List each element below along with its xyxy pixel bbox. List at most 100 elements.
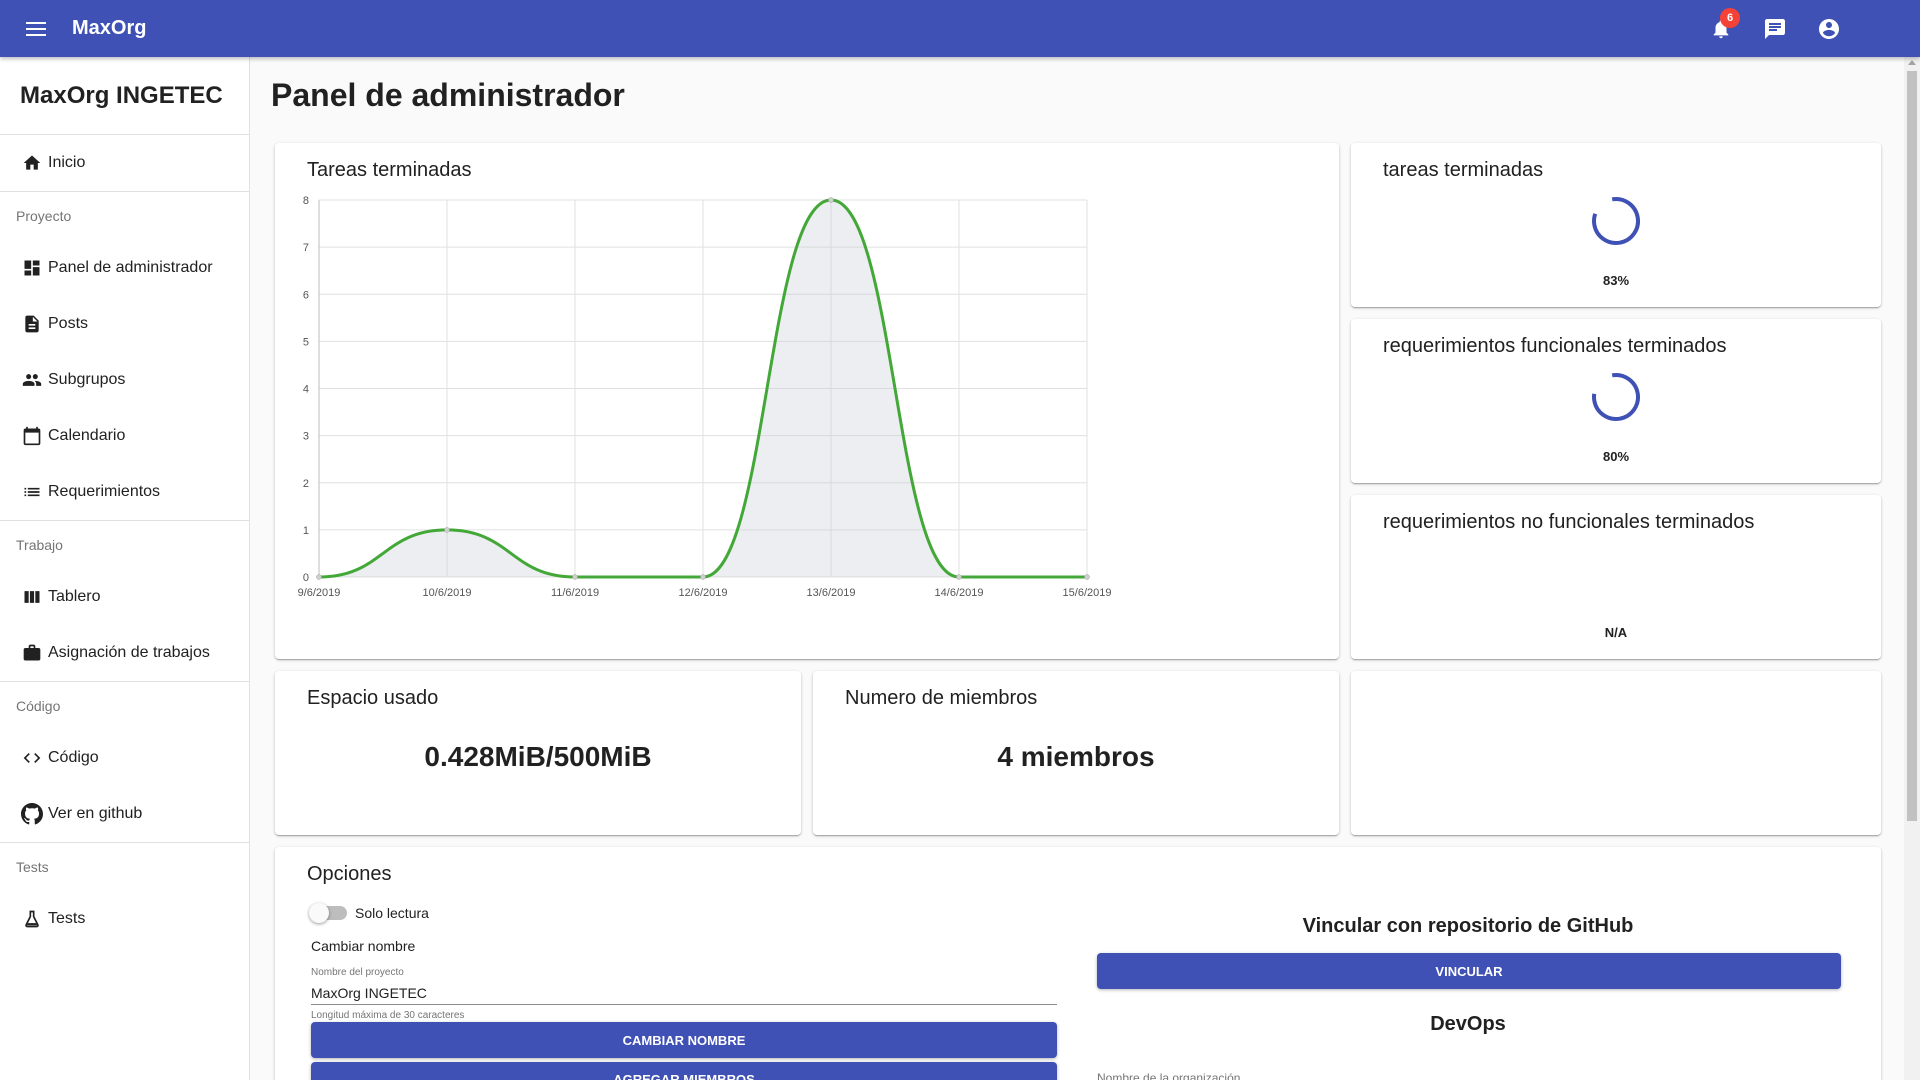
drawer-section-tests: Tests Tests [0,843,249,947]
space-card: Espacio usado 0.428MiB/500MiB [275,671,801,835]
chart-card: Tareas terminadas 0 1 2 3 4 5 6 7 8 9/6/2019 10/6/… [275,143,1339,659]
list-icon [20,480,44,504]
x-tick-label: 15/6/2019 [1063,587,1112,599]
progress-arc [1592,197,1640,245]
columns-icon [20,585,44,609]
data-point [700,574,706,580]
nav-item-inicio[interactable]: Inicio [0,135,249,191]
y-tick-label: 5 [303,336,309,348]
nav-item-asignacion-trabajos[interactable]: Asignación de trabajos [0,625,249,681]
project-name-label: Nombre del proyecto [311,967,404,978]
nav-item-posts[interactable]: Posts [0,296,249,352]
space-value: 0.428MiB/500MiB [424,741,652,772]
nav-item-label: Panel de administrador [48,259,213,276]
x-tick-label: 12/6/2019 [679,587,728,599]
data-point [572,574,578,580]
nav-item-label: Calendario [48,427,126,444]
scroll-thumb[interactable] [1907,71,1917,821]
nav-item-tests[interactable]: Tests [0,891,249,947]
stat-title: requerimientos no funcionales terminados [1383,511,1755,533]
data-point [1084,574,1090,580]
members-title: Numero de miembros [845,687,1038,709]
drawer-section-home: Inicio [0,135,249,192]
data-point [956,574,962,580]
space-title: Espacio usado [307,687,439,709]
readonly-switch[interactable] [309,903,347,923]
nav-item-label: Tests [48,910,86,927]
menu-button[interactable] [16,9,56,49]
stat-title: tareas terminadas [1383,159,1544,181]
rename-label: Cambiar nombre [311,938,416,954]
nav-item-label: Subgrupos [48,371,126,388]
app-bar: MaxOrg 6 [0,0,1920,57]
nav-item-label: Ver en github [48,805,143,822]
chat-icon [1765,18,1785,39]
x-tick-label: 14/6/2019 [935,587,984,599]
flask-icon [20,907,44,931]
organization-name-label: Nombre de la organización [1097,1071,1241,1080]
people-icon [20,368,44,392]
project-name-helper: Longitud máxima de 30 caracteres [311,1010,465,1021]
devops-title: DevOps [1430,1013,1506,1035]
data-point [828,197,834,203]
y-tick-label: 7 [303,242,309,254]
x-tick-label: 10/6/2019 [423,587,472,599]
options-title: Opciones [307,863,392,885]
y-tick-label: 0 [303,572,309,584]
data-point [316,574,322,580]
nav-item-ver-github[interactable]: Ver en github [0,786,249,842]
members-value: 4 miembros [997,741,1155,772]
github-section-title: Vincular con repositorio de GitHub [1302,915,1634,937]
nav-item-subgrupos[interactable]: Subgrupos [0,352,249,408]
main-content: Panel de administrador Tareas terminadas… [251,57,1904,1080]
dashboard-icon [20,256,44,280]
project-name-input[interactable] [311,981,1057,1005]
add-members-button[interactable]: AGREGAR MIEMBROS [311,1062,1057,1080]
drawer-section-proyecto: Proyecto Panel de administrador Posts Su… [0,192,249,521]
y-tick-label: 8 [303,195,309,207]
stat-card-req-funcionales: requerimientos funcionales terminados 80… [1351,319,1881,483]
messages-button[interactable] [1758,12,1792,46]
nav-item-label: Inicio [48,154,86,171]
section-header: Tests [16,859,49,875]
calendar-icon [20,424,44,448]
stat-card-tareas: tareas terminadas 83% [1351,143,1881,307]
progress-ring [1588,545,1644,601]
options-card: Opciones Solo lectura Cambiar nombre Nom… [275,847,1881,1080]
page-scrollbar[interactable] [1904,57,1920,1080]
description-icon [20,312,44,336]
stat-percent: N/A [1604,625,1628,640]
notification-badge: 6 [1720,7,1740,28]
account-circle-icon [1819,18,1839,39]
rename-button[interactable]: CAMBIAR NOMBRE [311,1022,1057,1058]
nav-item-codigo[interactable]: Código [0,730,249,786]
navigation-drawer: MaxOrg INGETEC Inicio Proyecto Panel de … [0,57,250,1080]
nav-item-requerimientos[interactable]: Requerimientos [0,464,249,520]
notifications-button[interactable]: 6 [1704,7,1740,46]
nav-item-panel-administrador[interactable]: Panel de administrador [0,240,249,296]
nav-item-label: Código [48,749,99,766]
stat-percent: 83% [1602,273,1630,288]
empty-card [1351,671,1881,835]
scroll-up-arrow-icon[interactable] [1908,60,1916,65]
nav-item-label: Requerimientos [48,483,161,500]
data-point [444,527,450,533]
readonly-toggle-row: Solo lectura [309,903,429,923]
y-tick-label: 3 [303,431,309,443]
x-tick-label: 11/6/2019 [551,587,599,599]
nav-item-calendario[interactable]: Calendario [0,408,249,464]
stat-title: requerimientos funcionales terminados [1383,335,1727,357]
members-card: Numero de miembros 4 miembros [813,671,1339,835]
work-icon [20,641,44,665]
nav-item-tablero[interactable]: Tablero [0,569,249,625]
progress-ring [1592,197,1640,245]
link-github-button[interactable]: VINCULAR [1097,953,1841,989]
y-tick-label: 4 [303,384,309,396]
page-title: Panel de administrador [271,77,625,113]
x-tick-label: 9/6/2019 [298,587,341,599]
nav-item-label: Asignación de trabajos [48,644,210,661]
y-tick-label: 2 [303,478,309,490]
stat-percent: 80% [1602,449,1630,464]
y-tick-label: 6 [303,289,309,301]
account-button[interactable] [1812,12,1846,46]
